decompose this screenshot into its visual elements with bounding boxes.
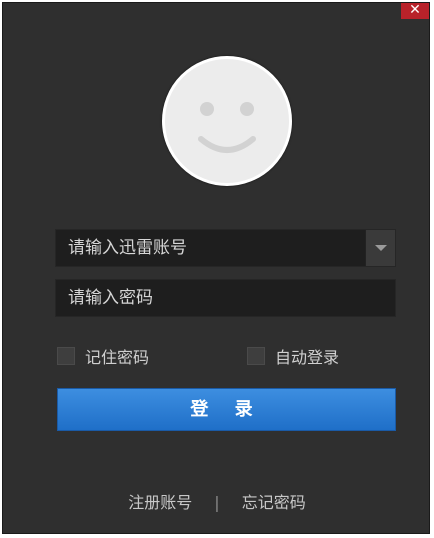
auto-login-checkbox[interactable] — [247, 347, 265, 365]
remember-password-option[interactable]: 记住密码 — [57, 345, 149, 367]
password-placeholder: 请输入密码 — [68, 288, 153, 308]
smiley-face-icon — [198, 102, 256, 153]
forgot-password-link[interactable]: 忘记密码 — [242, 493, 306, 512]
auto-login-label: 自动登录 — [275, 348, 340, 367]
avatar — [162, 56, 292, 186]
close-icon: ✕ — [409, 2, 421, 18]
footer-separator: | — [214, 493, 220, 512]
account-dropdown-button[interactable] — [365, 230, 395, 266]
remember-password-label: 记住密码 — [85, 348, 150, 367]
login-window: ✕ 请输入迅雷账号 请输入密码 记住密码 自动登录 登 录 注册账号 | 忘记密码 — [2, 2, 430, 534]
auto-login-option[interactable]: 自动登录 — [247, 345, 339, 367]
register-link[interactable]: 注册账号 — [128, 493, 192, 512]
password-input[interactable]: 请输入密码 — [55, 279, 396, 317]
chevron-down-icon — [375, 245, 387, 251]
remember-password-checkbox[interactable] — [57, 347, 75, 365]
login-button[interactable]: 登 录 — [57, 388, 396, 431]
footer-links: 注册账号 | 忘记密码 — [3, 489, 431, 513]
account-input[interactable]: 请输入迅雷账号 — [55, 229, 396, 267]
account-placeholder: 请输入迅雷账号 — [68, 238, 187, 258]
close-button[interactable]: ✕ — [401, 3, 429, 19]
